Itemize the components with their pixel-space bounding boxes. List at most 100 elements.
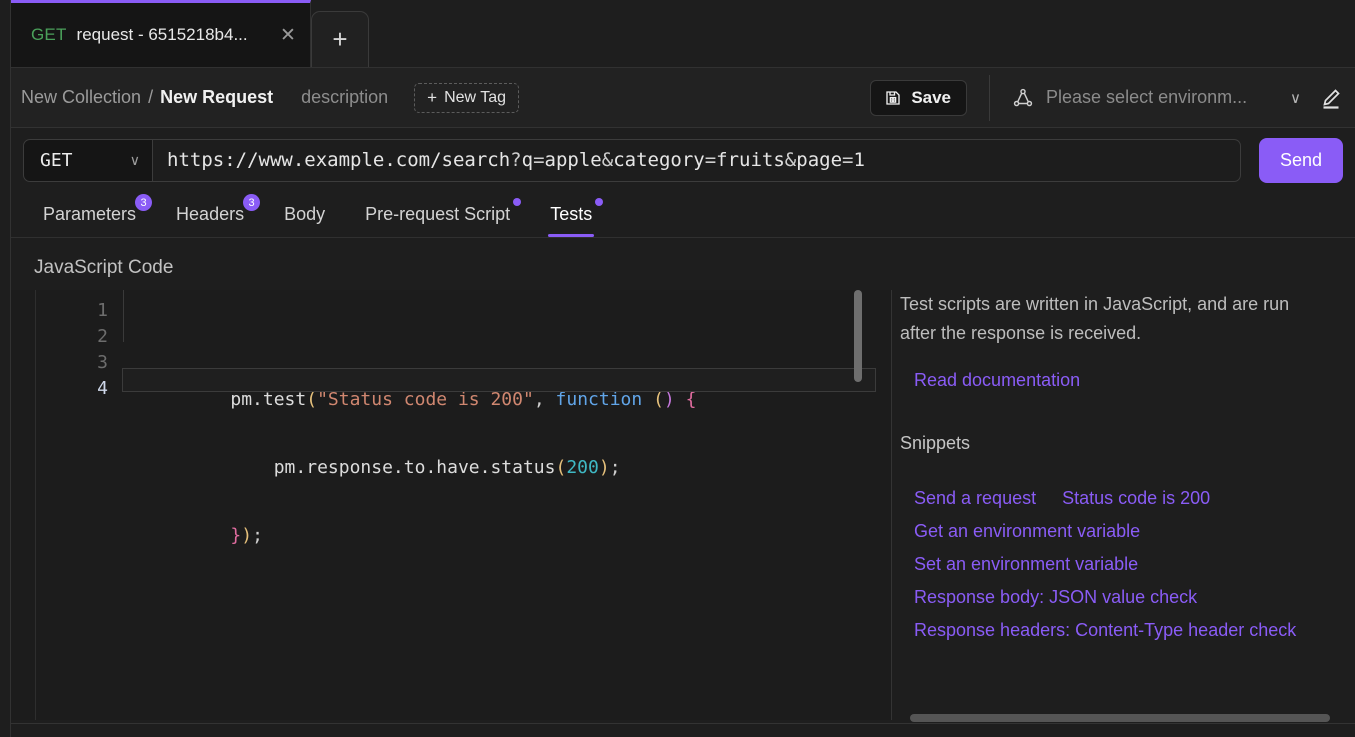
code-token: ): [241, 525, 253, 546]
code-token: ,: [533, 389, 556, 410]
snippet-status-code-is-200[interactable]: Status code is 200: [1062, 488, 1210, 509]
url-bar: GET ∨ https://www.example.com/search? q = a…: [11, 129, 1355, 191]
snippets-title: Snippets: [900, 433, 971, 453]
request-tab-active[interactable]: GET request - 6515218b4... ✕: [11, 0, 311, 67]
url-eq-3: =: [842, 149, 854, 171]
read-documentation-link[interactable]: Read documentation: [914, 370, 1080, 391]
modified-dot-icon: [595, 198, 604, 206]
url-eq-1: =: [533, 149, 545, 171]
code-token: ;: [609, 457, 621, 478]
snippet-send-a-request[interactable]: Send a request: [914, 488, 1036, 509]
description-field[interactable]: description: [301, 87, 388, 108]
url-param-key-1: q: [521, 149, 534, 171]
save-label: Save: [911, 87, 952, 107]
plus-icon: +: [427, 88, 438, 107]
url-param-val-3: 1: [853, 149, 865, 171]
snippet-get-environment-variable[interactable]: Get an environment variable: [914, 521, 1140, 542]
help-pane: Test scripts are written in JavaScript, …: [900, 290, 1355, 720]
snippet-response-headers-content-type-check[interactable]: Response headers: Content-Type header ch…: [914, 620, 1296, 641]
pencil-edit-icon[interactable]: [1319, 86, 1343, 110]
close-icon[interactable]: ✕: [278, 26, 298, 45]
help-horizontal-scrollbar[interactable]: [910, 714, 1330, 722]
left-rail: [0, 0, 11, 737]
code-token: (: [555, 457, 567, 478]
line-number: 1: [97, 300, 108, 321]
line-number-active: 4: [97, 378, 108, 399]
new-tag-button[interactable]: + New Tag: [414, 82, 520, 113]
code-token: pm.response.to.have.status: [230, 457, 556, 478]
line-number: 3: [97, 352, 108, 373]
code-token: (: [306, 389, 318, 410]
code-token: function: [555, 389, 643, 410]
plus-icon: +: [332, 24, 348, 54]
code-token: pm.test: [230, 389, 307, 410]
indent-guide: [123, 290, 124, 342]
snippet-row: Set an environment variable: [914, 554, 1355, 575]
url-amp-2: &: [784, 149, 797, 171]
tab-body-label: Body: [284, 203, 326, 224]
code-token: ;: [252, 525, 263, 546]
http-method-select[interactable]: GET ∨: [23, 138, 153, 182]
url-param-val-2: fruits: [716, 149, 785, 171]
code-line-3: });: [122, 497, 890, 546]
code-token: (: [653, 389, 664, 410]
tab-tests[interactable]: Tests: [530, 191, 612, 237]
line-number-gutter: 1 2 3 4: [36, 290, 122, 720]
help-description: Test scripts are written in JavaScript, …: [900, 294, 1290, 343]
breadcrumb-bar: New Collection / New Request description…: [11, 68, 1355, 128]
new-tab-button[interactable]: +: [311, 11, 369, 67]
url-question: ?: [510, 149, 522, 171]
scrollbar-thumb[interactable]: [854, 290, 862, 382]
parameters-count-badge: 3: [135, 194, 153, 211]
floppy-disk-icon: [884, 89, 902, 107]
network-nodes-icon: [1012, 87, 1034, 109]
url-base: https://www.example.com/search: [167, 149, 511, 171]
request-section-tabs: Parameters 3 Headers 3 Body Pre-request …: [11, 191, 1355, 238]
code-token: ): [663, 389, 675, 410]
code-token: ): [598, 457, 610, 478]
snippet-row: Send a request Status code is 200: [914, 488, 1355, 509]
code-editor[interactable]: 1 2 3 4 pm.test("Status code is 200", fu…: [35, 290, 890, 720]
editor-vertical-scrollbar[interactable]: [854, 290, 862, 720]
tab-method-label: GET: [31, 25, 67, 44]
url-param-val-1: apple: [544, 149, 602, 171]
tab-pre-request-script[interactable]: Pre-request Script: [345, 191, 530, 237]
bottom-bar: [0, 724, 1355, 737]
environment-selector[interactable]: Please select environm... ∨: [989, 74, 1301, 121]
code-token: {: [685, 389, 697, 410]
header-actions: Save Please select environm... ∨: [870, 68, 1355, 127]
snippet-row: Response headers: Content-Type header ch…: [914, 620, 1355, 641]
save-button[interactable]: Save: [870, 79, 968, 116]
code-token: "Status code is 200": [317, 389, 534, 410]
breadcrumb-separator: /: [148, 87, 154, 107]
url-input[interactable]: https://www.example.com/search? q = apple & c…: [153, 138, 1241, 182]
chevron-down-icon: ∨: [1290, 89, 1301, 107]
breadcrumb-collection[interactable]: New Collection: [21, 87, 141, 108]
modified-dot-icon: [513, 198, 522, 206]
code-editor-pane: 1 2 3 4 pm.test("Status code is 200", fu…: [11, 290, 891, 720]
snippet-row: Get an environment variable: [914, 521, 1355, 542]
snippet-response-body-json-value-check[interactable]: Response body: JSON value check: [914, 587, 1197, 608]
tab-body[interactable]: Body: [264, 191, 345, 237]
snippets-list: Send a request Status code is 200 Get an…: [900, 488, 1355, 641]
environment-label: Please select environm...: [1046, 87, 1248, 107]
app-window: GET request - 6515218b4... ✕ + New Colle…: [0, 0, 1355, 737]
editor-section-title: JavaScript Code: [34, 257, 174, 278]
tab-parameters[interactable]: Parameters 3: [23, 191, 156, 237]
breadcrumb-request-name[interactable]: New Request: [160, 87, 273, 108]
tab-tests-label: Tests: [550, 203, 593, 224]
line-number: 2: [97, 326, 108, 347]
snippet-set-environment-variable[interactable]: Set an environment variable: [914, 554, 1138, 575]
active-line-highlight: [122, 368, 876, 392]
tab-title-label: request - 6515218b4...: [76, 25, 248, 44]
tab-headers[interactable]: Headers 3: [156, 191, 264, 237]
url-amp-1: &: [601, 149, 614, 171]
tab-pre-request-script-label: Pre-request Script: [365, 203, 511, 224]
code-content[interactable]: pm.test("Status code is 200", function (…: [122, 290, 890, 720]
send-button[interactable]: Send: [1259, 137, 1343, 183]
send-label: Send: [1279, 149, 1323, 170]
breadcrumb: New Collection / New Request description…: [11, 82, 520, 113]
http-method-value: GET: [40, 149, 73, 171]
